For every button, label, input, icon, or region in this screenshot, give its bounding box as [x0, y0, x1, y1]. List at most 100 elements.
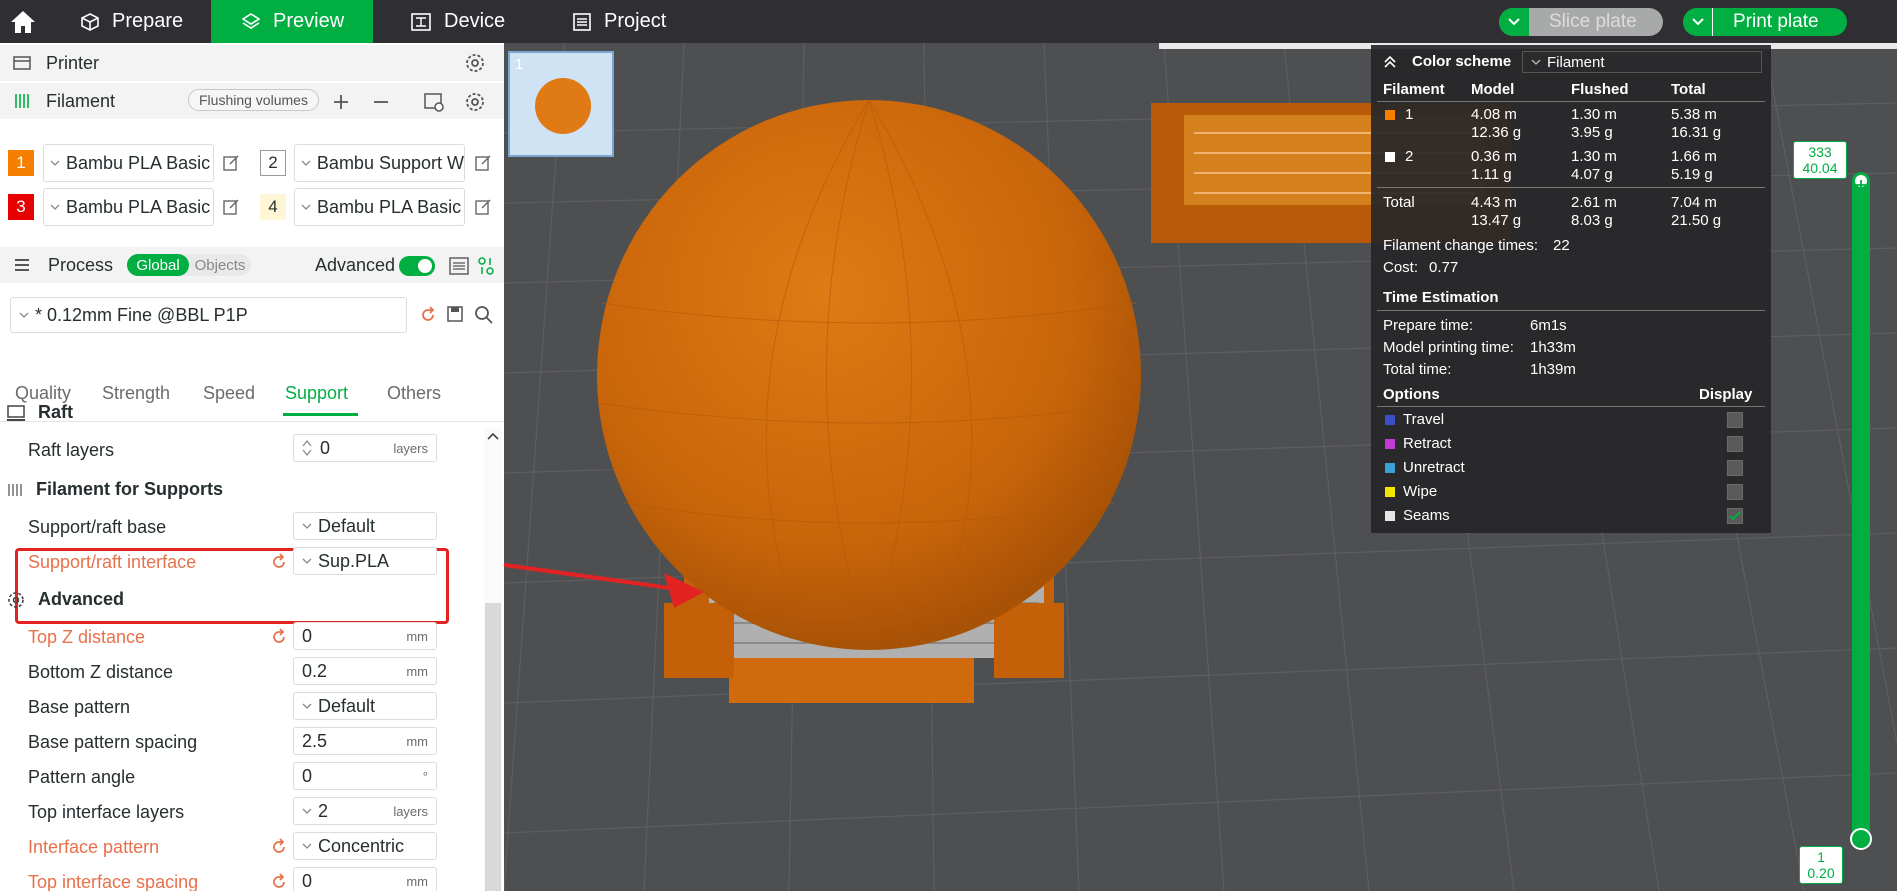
plate-number: 1	[515, 56, 524, 73]
support-raft-base-select[interactable]: Default	[293, 512, 437, 540]
total-length: 7.04 m	[1671, 194, 1717, 211]
compare-icon[interactable]	[476, 255, 496, 277]
unit: mm	[406, 628, 428, 644]
undo-icon[interactable]	[270, 873, 288, 891]
stepper-icon[interactable]	[302, 439, 312, 457]
edit-icon[interactable]	[222, 154, 240, 172]
advanced-title: Advanced	[38, 589, 125, 609]
cube-icon	[81, 12, 99, 31]
edit-icon[interactable]	[222, 198, 240, 216]
base-pattern-spacing-input[interactable]: 2.5 mm	[293, 727, 437, 755]
interface-pattern-label: Interface pattern	[28, 837, 160, 857]
model-time-label: Model printing time:	[1383, 339, 1514, 356]
gear-icon[interactable]	[463, 90, 487, 114]
tab-device[interactable]: Device	[410, 0, 505, 43]
top-interface-layers-input[interactable]: 2 layers	[293, 797, 437, 825]
value: 0	[302, 765, 313, 786]
collapse-icon[interactable]	[1383, 55, 1397, 69]
tab-strength[interactable]: Strength	[102, 383, 170, 404]
print-plate-button[interactable]: Print plate	[1683, 8, 1847, 36]
filament-select-3[interactable]: Bambu PLA Basic	[43, 188, 214, 226]
total-time-value: 1h39m	[1530, 361, 1576, 378]
top-layer-height: 40.04	[1802, 160, 1838, 176]
filament-icon	[15, 94, 29, 108]
undo-icon[interactable]	[270, 838, 288, 856]
edit-icon[interactable]	[474, 154, 492, 172]
filament-select-4[interactable]: Bambu PLA Basic	[294, 188, 465, 226]
scrollbar-thumb[interactable]	[485, 603, 501, 891]
tab-preview[interactable]: Preview	[211, 0, 373, 43]
value: Concentric	[318, 835, 405, 856]
chevron-down-icon[interactable]	[1499, 8, 1529, 36]
top-interface-spacing-input[interactable]: 0 mm	[293, 867, 437, 891]
seams-checkbox[interactable]	[1727, 508, 1743, 524]
value: 0	[302, 625, 313, 646]
objects-option[interactable]: Objects	[189, 254, 251, 276]
flushed-length: 1.30 m	[1571, 148, 1617, 165]
raft-title: Raft	[38, 402, 73, 422]
retract-checkbox[interactable]	[1727, 436, 1743, 452]
plate-thumbnail[interactable]: 1	[508, 51, 614, 157]
tab-speed[interactable]: Speed	[203, 383, 255, 404]
device-icon	[411, 12, 431, 31]
undo-icon[interactable]	[270, 553, 288, 571]
undo-icon[interactable]	[270, 628, 288, 646]
undo-icon[interactable]	[418, 305, 438, 325]
tab-label: Preview	[273, 10, 345, 32]
slider-top-handle[interactable]	[1853, 173, 1869, 190]
filament-color-swatch	[1385, 152, 1395, 162]
chevron-down-icon[interactable]	[1683, 8, 1713, 36]
tab-others[interactable]: Others	[387, 383, 441, 404]
list-view-icon[interactable]	[448, 255, 470, 277]
search-icon[interactable]	[474, 305, 494, 325]
filament-select-1[interactable]: Bambu PLA Basic	[43, 144, 214, 182]
process-preset-select[interactable]: * 0.12mm Fine @BBL P1P	[10, 297, 407, 333]
flushed-length: 2.61 m	[1571, 194, 1617, 211]
interface-pattern-select[interactable]: Concentric	[293, 832, 437, 860]
pattern-angle-input[interactable]: 0 °	[293, 762, 437, 790]
tab-project[interactable]: Project	[572, 0, 666, 43]
sync-filament-icon[interactable]	[423, 91, 445, 113]
tab-prepare[interactable]: Prepare	[80, 0, 183, 43]
bottom-z-distance-input[interactable]: 0.2 mm	[293, 657, 437, 685]
scrollbar[interactable]	[484, 428, 502, 891]
home-button[interactable]	[10, 0, 36, 43]
active-tab-underline	[283, 413, 358, 416]
layer-slider-track[interactable]	[1850, 172, 1872, 850]
filament-select-2[interactable]: Bambu Support W	[294, 144, 465, 182]
travel-checkbox[interactable]	[1727, 412, 1743, 428]
tab-support[interactable]: Support	[285, 383, 348, 404]
options-label: Options	[1383, 386, 1440, 403]
color-scheme-select[interactable]: Filament	[1522, 51, 1762, 73]
total-length: 1.66 m	[1671, 148, 1717, 165]
top-z-distance-input[interactable]: 0 mm	[293, 622, 437, 650]
global-objects-toggle[interactable]: Global Objects	[127, 254, 251, 276]
plus-icon	[1856, 180, 1866, 190]
bottom-z-distance-label: Bottom Z distance	[28, 662, 174, 682]
raft-layers-input[interactable]: 0 layers	[293, 434, 437, 462]
slider-bottom-handle[interactable]	[1850, 828, 1872, 850]
filament-number: 4	[260, 194, 286, 220]
edit-icon[interactable]	[474, 198, 492, 216]
tab-quality[interactable]: Quality	[15, 383, 71, 404]
slice-plate-button[interactable]: Slice plate	[1499, 8, 1663, 36]
base-pattern-select[interactable]: Default	[293, 692, 437, 720]
filament-label: Filament	[46, 90, 116, 111]
advanced-toggle[interactable]	[399, 256, 435, 276]
save-icon[interactable]	[446, 305, 464, 323]
gear-icon[interactable]	[463, 51, 487, 75]
plus-icon[interactable]	[332, 93, 350, 111]
printer-row[interactable]: Printer	[0, 45, 504, 81]
checkmark-icon	[1729, 511, 1741, 521]
flushing-volumes-button[interactable]: Flushing volumes	[188, 89, 319, 111]
unretract-checkbox[interactable]	[1727, 460, 1743, 476]
sphere-model[interactable]	[597, 100, 1141, 650]
support-raft-interface-select[interactable]: Sup.PLA	[293, 547, 437, 575]
pattern-angle-label: Pattern angle	[28, 767, 136, 787]
wipe-checkbox[interactable]	[1727, 484, 1743, 500]
minus-icon[interactable]	[372, 93, 390, 111]
flushed-weight: 3.95 g	[1571, 124, 1613, 141]
chevron-up-icon[interactable]	[487, 432, 499, 440]
global-option[interactable]: Global	[127, 254, 189, 276]
raft-layers-label: Raft layers	[28, 440, 115, 460]
